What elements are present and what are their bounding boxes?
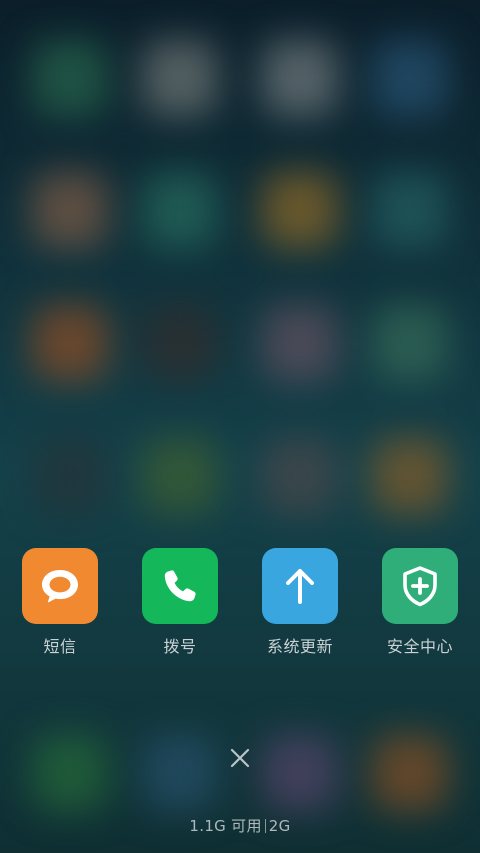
app-messages-tile[interactable] (22, 548, 98, 624)
app-security-center[interactable]: 安全中心 (360, 548, 480, 658)
recent-apps-dock: 短信 拨号 系统更新 安全中心 (0, 548, 480, 658)
phone-icon (164, 570, 196, 602)
app-system-update-tile[interactable] (262, 548, 338, 624)
app-system-update-label: 系统更新 (266, 637, 333, 656)
app-dialer-label: 拨号 (163, 637, 197, 656)
app-system-update[interactable]: 系统更新 (240, 548, 360, 658)
memory-separator (264, 819, 266, 833)
arrow-up-icon (286, 569, 314, 604)
clear-all-button[interactable] (222, 740, 258, 776)
blurred-background (0, 0, 480, 853)
app-security-center-tile[interactable] (382, 548, 458, 624)
recents-screen: 短信 拨号 系统更新 安全中心 1.1G 可用 2G (0, 0, 480, 853)
memory-total: 2G (268, 817, 291, 835)
message-bubble-icon (42, 570, 78, 603)
memory-status: 1.1G 可用 2G (0, 815, 480, 836)
memory-available: 1.1G 可用 (189, 817, 262, 835)
app-dialer[interactable]: 拨号 (120, 548, 240, 658)
close-icon (230, 748, 250, 768)
shield-plus-icon (403, 566, 437, 607)
app-dialer-tile[interactable] (142, 548, 218, 624)
app-messages[interactable]: 短信 (0, 548, 120, 658)
app-messages-label: 短信 (43, 637, 77, 656)
app-security-center-label: 安全中心 (386, 637, 453, 656)
